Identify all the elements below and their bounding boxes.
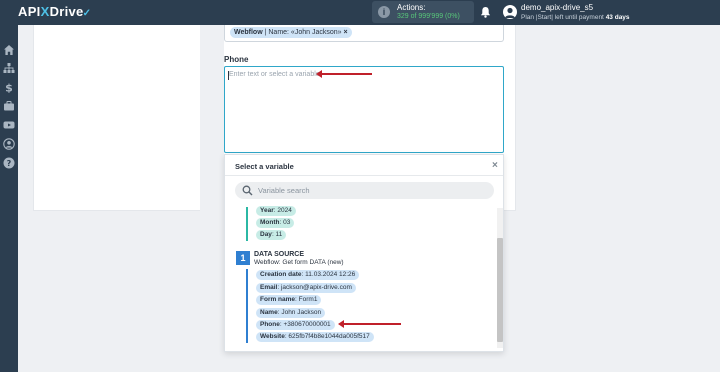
source-subtitle: Webflow: Get form DATA (new) [254,259,344,266]
chip-value: : 11.03.2024 12:26 [301,271,356,278]
actions-count: 329 of 999'999 (0%) [397,13,460,20]
tag-source: Webflow [234,29,263,36]
plan-days: 43 days [605,14,630,21]
user-icon[interactable] [3,138,15,150]
apix-drive-logo[interactable]: APIXDrive✓ [18,4,91,19]
info-icon: i [378,6,390,18]
annotation-arrow [338,320,401,328]
dollar-icon[interactable]: $ [3,81,15,94]
top-bar: APIXDrive✓ i Actions: 329 of 999'999 (0%… [0,0,720,25]
user-name[interactable]: demo_apix-drive_s5 [521,3,593,12]
home-icon[interactable] [3,44,15,56]
variable-chip-month[interactable]: Month: 03 [256,218,295,228]
search-placeholder: Variable search [258,186,310,195]
chip-value: : 625fb7f4b8e1044da005f517 [284,333,370,340]
chip-value: : jackson@apix-drive.com [277,284,352,291]
search-icon [242,185,253,196]
chip-key: Website [260,333,285,340]
phone-label: Phone [224,55,249,64]
chip-value: : John Jackson [277,309,322,316]
variable-chip-phone[interactable]: Phone: +380670000001 [256,320,335,330]
chip-key: Form name [260,296,296,303]
divider [225,175,503,176]
chip-key: Creation date [260,271,302,278]
chip-key: Phone [260,321,280,328]
svg-text:?: ? [7,159,12,168]
source-title: DATA SOURCE [254,251,305,258]
user-avatar-icon [505,7,515,18]
logo-check-icon: ✓ [82,8,92,19]
search-input[interactable]: Variable search [235,182,494,199]
scrollbar[interactable] [497,208,503,348]
group-line [246,269,248,343]
annotation-arrow [316,70,372,78]
group-line [246,207,248,241]
plan-info: Plan |Start| left until payment 43 days [521,14,630,21]
variable-chip-website[interactable]: Website: 625fb7f4b8e1044da005f517 [256,332,374,342]
variable-chip-year[interactable]: Year: 2024 [256,206,296,216]
chip-value: : 2024 [273,207,292,214]
dropdown-title: Select a variable [235,162,294,171]
chip-value: : Form1 [295,296,318,303]
phone-input[interactable]: Enter text or select a variable [224,66,504,153]
source-number-badge: 1 [236,251,250,265]
close-icon[interactable]: × [492,160,498,171]
plan-text: Plan |Start| left until payment [521,14,604,21]
chip-key: Year [260,207,274,214]
actions-counter: i Actions: 329 of 999'999 (0%) [372,1,474,23]
chip-value: : 11 [271,231,283,238]
name-field[interactable]: Webflow | Name: «John Jackson» × [224,25,504,42]
variable-tag[interactable]: Webflow | Name: «John Jackson» × [230,27,352,38]
sidebar: $ ? [0,25,18,372]
phone-placeholder: Enter text or select a variable [229,71,320,78]
youtube-icon[interactable] [3,119,15,131]
chip-key: Name [260,309,278,316]
chip-key: Month [260,219,280,226]
help-icon[interactable]: ? [3,157,15,169]
logo-text-api: API [18,4,41,19]
tag-remove-icon[interactable]: × [344,29,348,36]
variable-chip-day[interactable]: Day: 11 [256,230,287,240]
card-gap [200,25,224,211]
actions-label: Actions: [397,3,426,12]
variable-chip-email[interactable]: Email: jackson@apix-drive.com [256,283,356,293]
logo-text-drive: Drive [49,4,84,19]
briefcase-icon[interactable] [3,100,15,112]
scrollbar-thumb[interactable] [497,238,503,342]
tag-value: | Name: «John Jackson» [262,29,342,36]
variable-chip-form-name[interactable]: Form name: Form1 [256,295,322,305]
chip-value: : +380670000001 [279,321,331,328]
logo-text-x: X [40,4,50,19]
chip-key: Email [260,284,278,291]
variable-chip-creation-date[interactable]: Creation date: 11.03.2024 12:26 [256,270,360,280]
variable-chip-name[interactable]: Name: John Jackson [256,308,326,318]
avatar[interactable] [503,5,517,19]
svg-text:$: $ [5,82,13,94]
sitemap-icon[interactable] [3,62,15,74]
chip-value: : 03 [279,219,291,226]
chip-key: Day [260,231,272,238]
bell-icon[interactable] [480,6,491,18]
